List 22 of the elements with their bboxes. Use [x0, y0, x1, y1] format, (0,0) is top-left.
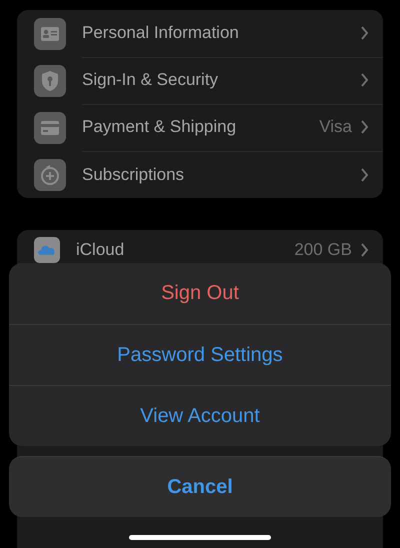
subscriptions-icon — [34, 158, 66, 190]
cloud-icon — [34, 237, 60, 263]
chevron-icon — [360, 26, 369, 40]
cancel-button[interactable]: Cancel — [9, 456, 391, 517]
chevron-icon — [360, 120, 369, 134]
row-label[interactable]: Payment & Shipping — [82, 117, 320, 137]
row-label[interactable]: Sign-In & Security — [82, 70, 360, 90]
home-indicator[interactable] — [129, 535, 271, 540]
row-value: Visa — [319, 117, 352, 137]
row-label[interactable]: iCloud — [76, 240, 294, 260]
row-label[interactable]: Subscriptions — [82, 164, 360, 184]
chevron-icon — [360, 168, 369, 182]
chevron-icon — [360, 242, 369, 256]
action-button[interactable]: Sign Out — [9, 263, 391, 324]
action-button[interactable]: Password Settings — [9, 324, 391, 385]
shield-icon — [34, 64, 66, 96]
credit-card-icon — [34, 112, 66, 144]
chevron-icon — [360, 73, 369, 87]
action-button[interactable]: View Account — [9, 385, 391, 446]
row-label[interactable]: Personal Information — [82, 23, 360, 43]
id-card-icon — [34, 18, 66, 50]
row-value: 200 GB — [294, 240, 352, 260]
